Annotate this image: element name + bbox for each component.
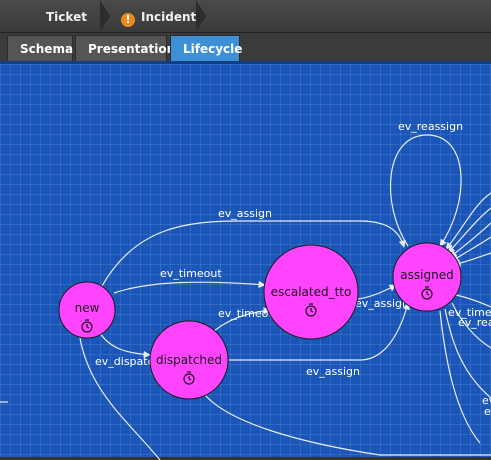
edge-to-assigned-2[interactable] — [447, 207, 491, 254]
state-assigned[interactable]: assigned — [392, 242, 462, 312]
edge-new-escalated[interactable] — [113, 280, 266, 294]
edge-new-assigned[interactable] — [101, 220, 406, 287]
state-label-assigned: assigned — [400, 268, 453, 282]
edge-label-new-escalated: ev_timeout — [160, 267, 222, 280]
state-label-escalated-tto: escalated_tto — [271, 285, 352, 299]
edge-label-new-assigned: ev_assign — [218, 207, 272, 220]
edge-label-assigned-self: ev_reassign — [398, 120, 463, 133]
tab-presentation[interactable]: Presentation — [75, 35, 175, 61]
breadcrumb-item-ticket[interactable]: Ticket — [46, 0, 87, 32]
state-label-new: new — [75, 301, 100, 315]
edge-new-dispatched[interactable] — [99, 332, 151, 359]
edge-to-assigned-5[interactable] — [453, 252, 491, 267]
lifecycle-diagram: ev_assign ev_timeout ev_timeout ev_assig… — [0, 120, 491, 460]
edge-assigned-out-4[interactable] — [439, 310, 481, 444]
state-label-dispatched: dispatched — [156, 353, 222, 367]
state-escalated-tto[interactable]: escalated_tto — [263, 244, 359, 340]
lifecycle-diagram-canvas[interactable]: ev_assign ev_timeout ev_timeout ev_assig… — [0, 61, 491, 460]
breadcrumb-separator — [196, 0, 206, 32]
edge-label-assigned-reassign: ev_reassign — [458, 316, 491, 329]
edge-assigned-self[interactable] — [389, 134, 462, 247]
breadcrumb-separator — [100, 0, 110, 32]
edge-label-dispatched-assigned: ev_assign — [306, 365, 360, 378]
tab-schema[interactable]: Schema — [7, 35, 73, 61]
tab-bar: Schema Presentation Lifecycle — [0, 33, 491, 61]
breadcrumb: Ticket ! Incident — [0, 0, 491, 33]
tab-lifecycle[interactable]: Lifecycle — [170, 35, 242, 61]
breadcrumb-item-incident[interactable]: ! Incident — [121, 0, 196, 32]
edge-dispatched-bottom[interactable] — [204, 394, 491, 456]
state-new[interactable]: new — [58, 281, 116, 339]
warning-icon: ! — [121, 13, 135, 27]
state-dispatched[interactable]: dispatched — [149, 320, 229, 400]
edge-label-ev-2: ev — [484, 405, 491, 418]
